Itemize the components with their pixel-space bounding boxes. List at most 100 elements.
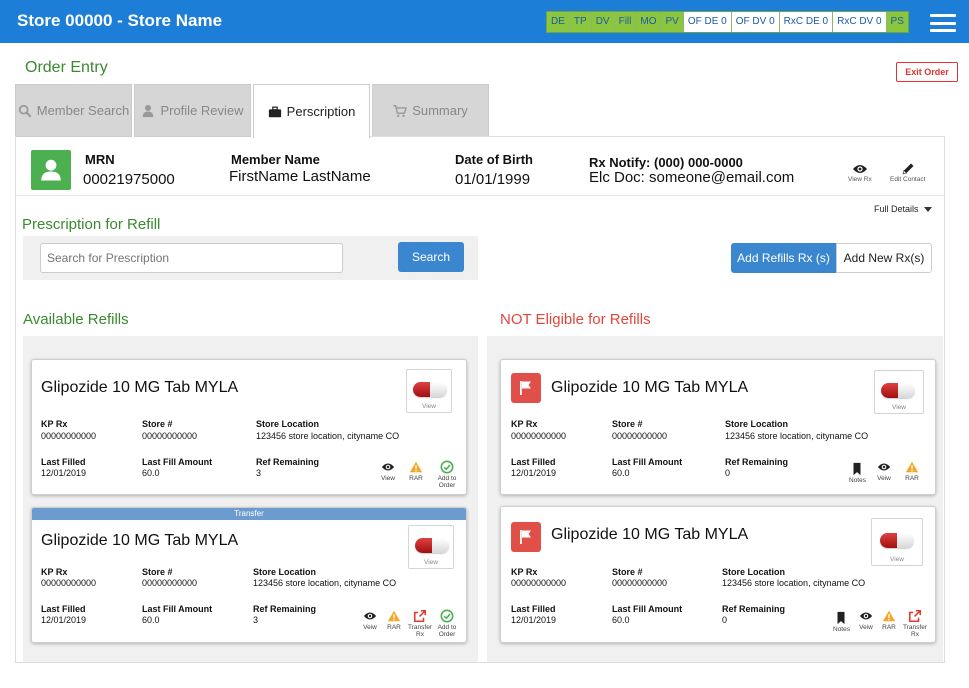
edit-contact-button[interactable]: Edit Contact <box>890 162 925 183</box>
last-filled-value: 12/01/2019 <box>41 468 87 478</box>
store-location-value: 123456 store location, cityname CO <box>256 431 400 441</box>
top-bar: Store 00000 - Store Name DE TP DV Fill M… <box>0 0 969 43</box>
pill-icon <box>415 538 449 553</box>
kp-rx-value: 00000000000 <box>511 431 567 441</box>
status-strip: DE TP DV Fill MO PV OF DE 0 OF DV 0 RxC … <box>546 11 909 33</box>
action-label: Veiw <box>859 624 873 631</box>
member-avatar <box>31 150 71 190</box>
status-dv: DV <box>591 12 615 32</box>
kp-rx-label: KP Rx <box>511 567 538 577</box>
store-location-value: 123456 store location, cityname CO <box>725 431 869 441</box>
add-to-order-action[interactable]: Add to Order <box>436 460 458 489</box>
bookmark-icon <box>853 462 861 476</box>
member-divider <box>16 195 944 196</box>
ref-remaining-label: Ref Remaining <box>725 457 789 467</box>
ref-remaining-label: Ref Remaining <box>256 457 320 467</box>
rar-action[interactable]: RAR <box>409 460 423 482</box>
last-filled-value: 12/01/2019 <box>511 615 557 625</box>
status-rxc-dv: RxC DV 0 <box>833 12 887 32</box>
eye-icon <box>852 165 867 173</box>
add-refills-button[interactable]: Add Refills Rx (s) <box>731 243 836 273</box>
status-of-dv: OF DV 0 <box>731 12 780 32</box>
last-filled-label: Last Filled <box>511 457 556 467</box>
pill-view-button[interactable]: View <box>406 369 452 413</box>
drug-name: Glipozide 10 MG Tab MYLA <box>551 379 749 396</box>
page-title: Order Entry <box>25 59 108 76</box>
ref-remaining-label: Ref Remaining <box>253 604 317 614</box>
notes-action[interactable]: Notes <box>849 462 866 484</box>
last-fill-amount-label: Last Fill Amount <box>142 457 213 467</box>
menu-icon[interactable] <box>930 14 956 32</box>
kp-rx-value: 00000000000 <box>511 578 567 588</box>
briefcase-icon <box>268 106 281 117</box>
rx-notify: Rx Notify: (000) 000-0000 <box>589 155 743 170</box>
tab-member-search[interactable]: Member Search <box>15 84 132 137</box>
mrn-value: 00021975000 <box>83 171 175 188</box>
status-fill: Fill <box>614 12 637 32</box>
view-action[interactable]: Veiw <box>877 460 891 482</box>
action-label: Veiw <box>877 475 891 482</box>
warning-icon <box>905 461 919 473</box>
add-to-order-action[interactable]: Add to Order <box>436 609 458 638</box>
tab-prescription[interactable]: Perscription <box>253 84 370 138</box>
status-mo: MO <box>636 12 662 32</box>
pill-view-button[interactable]: View <box>871 518 923 566</box>
refill-section-title: Prescription for Refill <box>22 216 161 233</box>
action-label: Transfer Rx <box>903 624 927 638</box>
rar-action[interactable]: RAR <box>387 609 401 631</box>
frame-top-border <box>370 136 945 137</box>
ineligible-card: Glipozide 10 MG Tab MYLA View KP Rx 0000… <box>500 506 936 643</box>
not-eligible-title: NOT Eligible for Refills <box>500 311 651 328</box>
view-action[interactable]: View <box>381 460 395 482</box>
share-icon <box>908 609 922 623</box>
refill-card: Glipozide 10 MG Tab MYLA View KP Rx 0000… <box>31 359 467 495</box>
refill-card: Transfer Glipozide 10 MG Tab MYLA View K… <box>31 507 467 643</box>
dob-label: Date of Birth <box>455 152 533 167</box>
pencil-icon <box>902 163 914 175</box>
kp-rx-label: KP Rx <box>41 567 68 577</box>
pill-view-button[interactable]: View <box>874 370 924 414</box>
action-label: Notes <box>833 626 850 633</box>
transfer-banner: Transfer <box>32 508 466 520</box>
action-label: Veiw <box>363 624 377 631</box>
action-label: RAR <box>905 475 919 482</box>
tab-profile-review[interactable]: Profile Review <box>134 84 251 137</box>
flag-icon <box>511 373 541 403</box>
view-rx-button[interactable]: View Rx <box>848 162 872 183</box>
prescription-search-input[interactable] <box>40 243 343 273</box>
transfer-rx-action[interactable]: Transfer Rx <box>407 609 433 638</box>
warning-icon <box>387 610 401 622</box>
rar-action[interactable]: RAR <box>882 609 896 631</box>
full-details-label: Full Details <box>874 204 919 214</box>
action-label: RAR <box>387 624 401 631</box>
search-button[interactable]: Search <box>398 242 464 272</box>
warning-icon <box>882 610 896 622</box>
store-location-label: Store Location <box>253 567 317 577</box>
last-fill-amount-value: 60.0 <box>142 615 160 625</box>
add-new-rx-button[interactable]: Add New Rx(s) <box>836 243 932 273</box>
notes-action[interactable]: Notes <box>833 611 850 633</box>
view-action[interactable]: Veiw <box>363 609 377 631</box>
eye-icon <box>381 463 395 471</box>
edit-contact-label: Edit Contact <box>890 176 926 183</box>
pill-view-button[interactable]: View <box>408 525 454 569</box>
exit-order-button[interactable]: Exit Order <box>896 62 958 82</box>
last-fill-amount-label: Last Fill Amount <box>142 604 213 614</box>
transfer-rx-action[interactable]: Transfer Rx <box>902 609 928 638</box>
tab-label: Profile Review <box>160 103 244 118</box>
ref-remaining-value: 3 <box>256 468 262 478</box>
elc-doc: Elc Doc: someone@email.com <box>589 169 795 186</box>
full-details-toggle[interactable]: Full Details <box>874 204 932 214</box>
last-filled-value: 12/01/2019 <box>41 615 87 625</box>
status-tp: TP <box>569 12 592 32</box>
tab-summary[interactable]: Summary <box>372 84 489 137</box>
action-label: RAR <box>409 475 423 482</box>
rar-action[interactable]: RAR <box>905 460 919 482</box>
pill-icon <box>880 533 914 548</box>
dob-value: 01/01/1999 <box>455 171 531 188</box>
check-circle-icon <box>440 609 454 623</box>
view-action[interactable]: Veiw <box>859 609 873 631</box>
last-filled-label: Last Filled <box>41 604 86 614</box>
store-location-value: 123456 store location, cityname CO <box>722 578 866 588</box>
store-title: Store 00000 - Store Name <box>17 11 223 30</box>
